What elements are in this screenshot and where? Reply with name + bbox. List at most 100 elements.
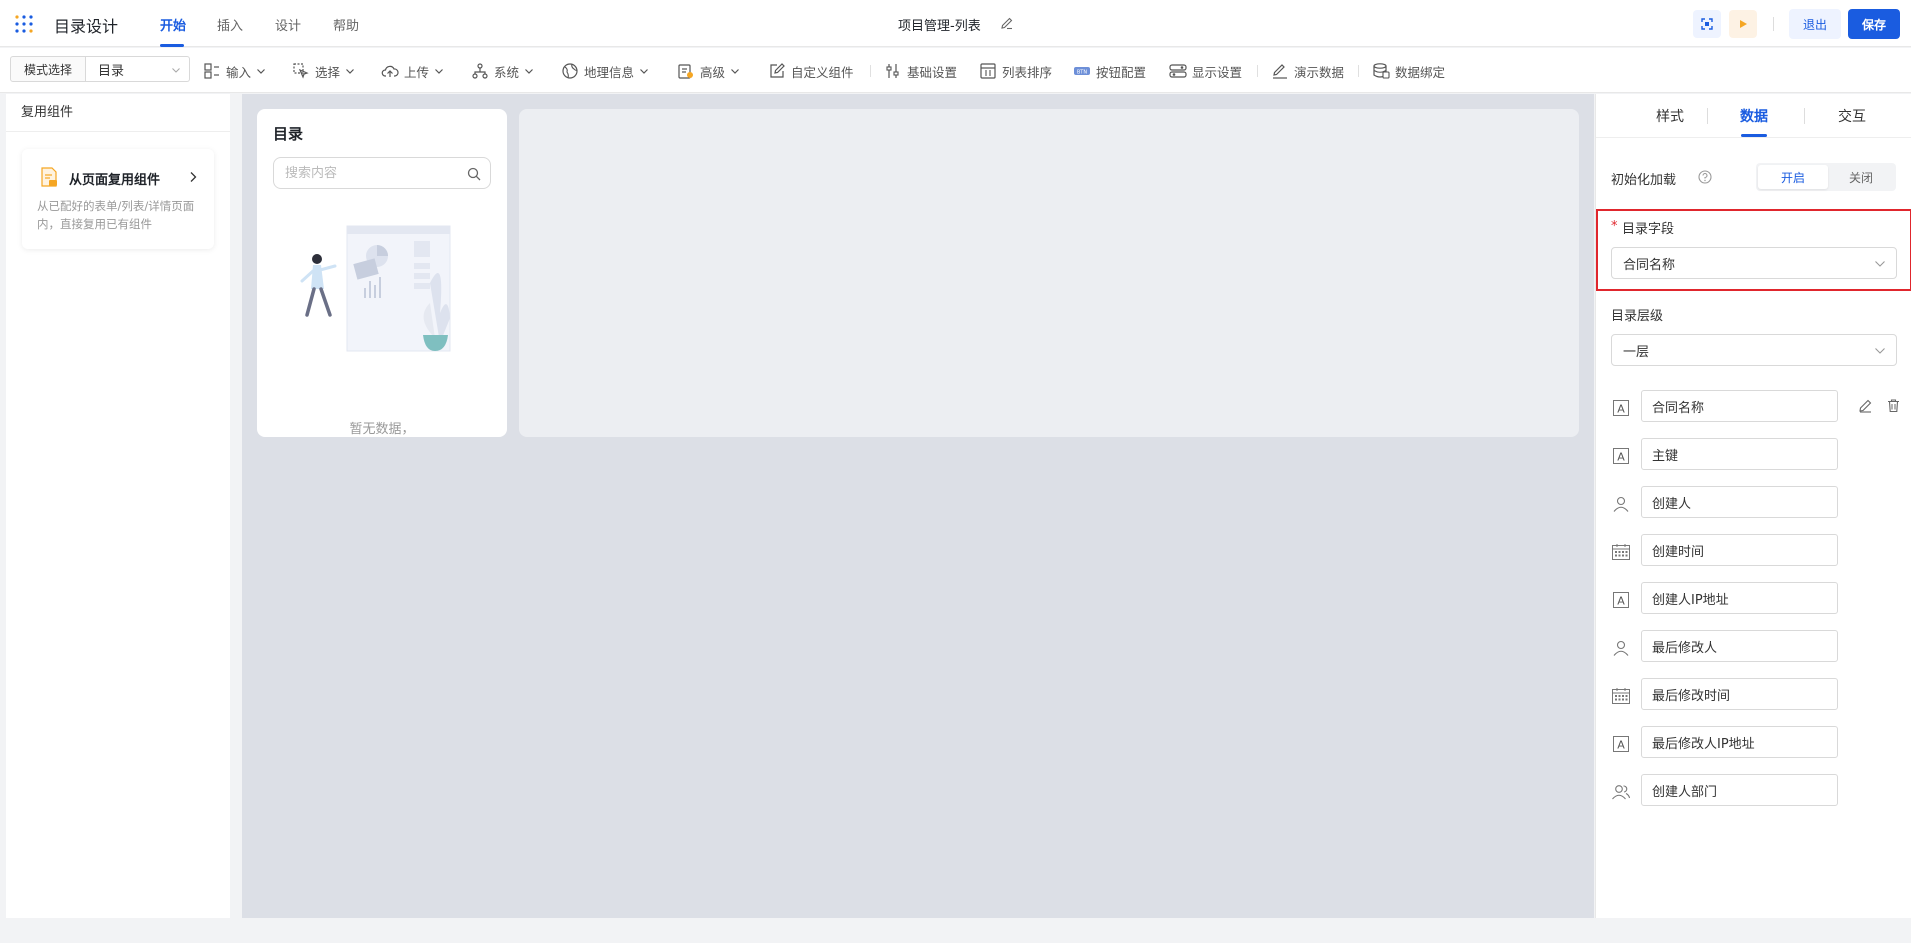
- field-name-input[interactable]: 创建人IP地址: [1641, 582, 1838, 614]
- search-icon[interactable]: [467, 167, 481, 181]
- tab-start[interactable]: 开始: [160, 15, 186, 34]
- save-button[interactable]: 保存: [1848, 9, 1900, 39]
- fullscreen-icon[interactable]: [1693, 10, 1721, 38]
- toolbar-upload[interactable]: 上传: [381, 60, 444, 82]
- toolbar-list-sort-label: 列表排序: [1002, 64, 1053, 80]
- toolbar-basic-settings[interactable]: 基础设置: [884, 60, 957, 82]
- reuse-card-title: 从页面复用组件: [69, 173, 161, 188]
- field-row: 最后修改时间: [1596, 677, 1911, 725]
- dir-level-value: 一层: [1623, 344, 1650, 360]
- app-grid-icon[interactable]: [14, 14, 34, 34]
- preview-play-icon[interactable]: [1729, 10, 1757, 38]
- calendar-icon: [1611, 542, 1631, 562]
- content-area[interactable]: [519, 109, 1579, 437]
- svg-text:A: A: [1617, 451, 1625, 464]
- field-name: 最后修改人IP地址: [1652, 736, 1755, 752]
- toolbar-system[interactable]: 系统: [471, 60, 534, 82]
- properties-panel: 样式 数据 交互 初始化加载 开启 关闭 * 目录字段 合同名称 目录层级 一层…: [1595, 94, 1911, 918]
- toolbar-display-settings[interactable]: 显示设置: [1169, 60, 1242, 82]
- bottom-strip: [0, 918, 1911, 943]
- upload-cloud-icon: [381, 62, 399, 80]
- toolbar-geo[interactable]: 地理信息: [561, 60, 649, 82]
- department-icon: [1611, 782, 1631, 802]
- user-icon: [1611, 638, 1631, 658]
- settings-sliders-icon: [884, 62, 902, 80]
- tab-data[interactable]: 数据: [1740, 106, 1768, 126]
- toolbar-system-label: 系统: [494, 64, 520, 80]
- field-name-input[interactable]: 创建时间: [1641, 534, 1838, 566]
- reuse-from-page-card[interactable]: 从页面复用组件 从已配好的表单/列表/详情页面内，直接复用已有组件: [22, 149, 214, 249]
- trash-icon[interactable]: [1886, 398, 1901, 413]
- user-icon: [1611, 494, 1631, 514]
- edit-pencil-icon[interactable]: [1858, 398, 1873, 413]
- init-load-toggle: 开启 关闭: [1756, 163, 1896, 191]
- mode-select-value: 目录: [98, 63, 125, 79]
- toolbar-button-config[interactable]: BTN 按钮配置: [1073, 60, 1146, 82]
- exit-button[interactable]: 退出: [1789, 9, 1841, 39]
- field-row: A 创建人IP地址: [1596, 581, 1911, 629]
- toolbar-upload-label: 上传: [404, 64, 430, 80]
- reuse-card-description: 从已配好的表单/列表/详情页面内，直接复用已有组件: [37, 199, 195, 231]
- chevron-down-icon: [524, 66, 534, 76]
- field-row: 创建时间: [1596, 533, 1911, 581]
- init-load-label: 初始化加载: [1611, 173, 1677, 188]
- field-name-input[interactable]: 最后修改时间: [1641, 678, 1838, 710]
- tab-interaction[interactable]: 交互: [1838, 106, 1866, 126]
- directory-search-input[interactable]: [273, 157, 491, 189]
- toolbar-input-label: 输入: [226, 64, 252, 80]
- reuse-components-panel: 复用组件 从页面复用组件 从已配好的表单/列表/详情页面内，直接复用已有组件: [6, 94, 230, 918]
- field-name: 创建人: [1652, 496, 1692, 512]
- directory-component[interactable]: 目录 搜索内容 暂无数据，: [257, 109, 507, 437]
- select-icon: [292, 62, 310, 80]
- field-name-input[interactable]: 合同名称: [1641, 390, 1838, 422]
- field-list: A 合同名称 A 主键 创建人 创建时间 A 创建人IP地址 最后修改人 最后修…: [1596, 389, 1911, 821]
- field-name-input[interactable]: 创建人: [1641, 486, 1838, 518]
- toolbar-demo-data[interactable]: 演示数据: [1271, 60, 1344, 82]
- toolbar-select[interactable]: 选择: [292, 60, 355, 82]
- chevron-down-icon: [345, 66, 355, 76]
- toolbar-custom-component[interactable]: 自定义组件: [768, 60, 854, 82]
- chevron-down-icon: [730, 66, 740, 76]
- text-field-icon: A: [1611, 398, 1631, 418]
- required-mark: *: [1611, 219, 1618, 234]
- help-circle-icon[interactable]: [1698, 170, 1712, 184]
- display-icon: [1169, 62, 1187, 80]
- field-row: A 主键: [1596, 437, 1911, 485]
- tab-help[interactable]: 帮助: [333, 15, 359, 34]
- dir-field-label: 目录字段: [1622, 222, 1675, 237]
- sort-icon: [979, 62, 997, 80]
- chevron-down-icon: [1874, 346, 1886, 356]
- field-name-input[interactable]: 最后修改人IP地址: [1641, 726, 1838, 758]
- field-name: 最后修改人: [1652, 640, 1718, 656]
- tab-design[interactable]: 设计: [275, 15, 301, 34]
- calendar-icon: [1611, 686, 1631, 706]
- toolbar-button-config-label: 按钮配置: [1096, 64, 1147, 80]
- dir-level-select[interactable]: 一层: [1611, 334, 1897, 366]
- app-title: 目录设计: [54, 17, 119, 36]
- tab-insert[interactable]: 插入: [217, 15, 243, 34]
- field-name-input[interactable]: 最后修改人: [1641, 630, 1838, 662]
- toolbar-list-sort[interactable]: 列表排序: [979, 60, 1052, 82]
- button-config-icon: BTN: [1073, 62, 1091, 80]
- document-title: 项目管理-列表: [898, 19, 981, 34]
- tab-style[interactable]: 样式: [1656, 106, 1684, 126]
- mode-select[interactable]: 目录: [86, 56, 190, 82]
- divider: [1773, 17, 1774, 31]
- active-tab-indicator: [1741, 134, 1767, 137]
- field-name-input[interactable]: 主键: [1641, 438, 1838, 470]
- toolbar-select-label: 选择: [315, 64, 341, 80]
- toolbar-input[interactable]: 输入: [203, 60, 266, 82]
- divider: [1257, 65, 1258, 77]
- field-row: 创建人部门: [1596, 773, 1911, 821]
- init-load-off-option[interactable]: 关闭: [1826, 165, 1896, 189]
- dir-field-select[interactable]: 合同名称: [1611, 247, 1897, 279]
- toolbar-advanced[interactable]: 高级: [677, 60, 740, 82]
- svg-text:A: A: [1617, 739, 1625, 752]
- toolbar-data-binding[interactable]: 数据绑定: [1372, 60, 1445, 82]
- edit-title-icon[interactable]: [1000, 16, 1014, 30]
- field-name-input[interactable]: 创建人部门: [1641, 774, 1838, 806]
- system-icon: [471, 62, 489, 80]
- init-load-on-option[interactable]: 开启: [1758, 165, 1828, 189]
- field-name: 创建时间: [1652, 544, 1705, 560]
- divider: [1358, 65, 1359, 77]
